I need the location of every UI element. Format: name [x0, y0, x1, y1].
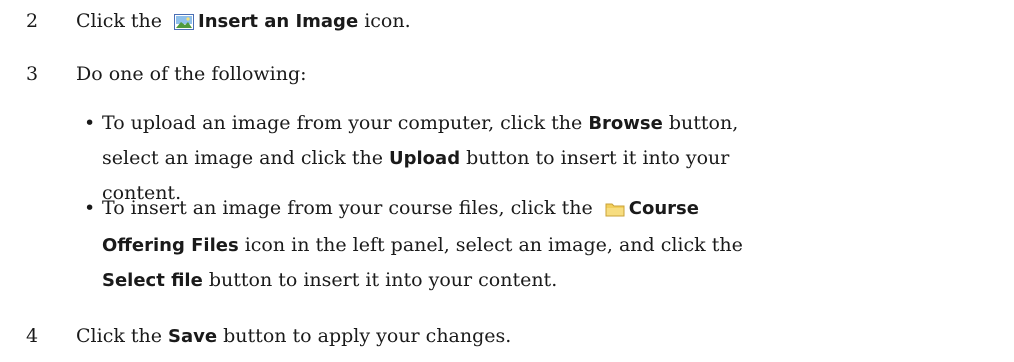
insert-image-label: Insert an Image	[198, 11, 359, 32]
bullet-text: To upload an image from your computer, c…	[102, 112, 589, 134]
step-number: 4	[26, 325, 39, 347]
image-icon	[174, 13, 195, 35]
step-number: 3	[26, 63, 39, 85]
bullet-text: button to insert it into your content.	[202, 269, 558, 291]
folder-icon	[605, 194, 625, 228]
bullet-text: To insert an image from your course file…	[102, 197, 599, 219]
step-text: Click the Insert an Image icon.	[76, 10, 411, 35]
step-text-pre: Click the	[76, 10, 169, 32]
step-number: 2	[26, 10, 39, 32]
step-text: Do one of the following:	[76, 63, 307, 85]
step-text: Click the Save button to apply your chan…	[76, 325, 511, 347]
bullet-dot: •	[84, 112, 96, 134]
step-text-pre: Click the	[76, 325, 169, 347]
save-button-label: Save	[168, 326, 218, 347]
browse-button-label: Browse	[588, 113, 663, 134]
upload-button-label: Upload	[389, 148, 461, 169]
bullet-dot: •	[84, 197, 96, 219]
step-text-post: icon.	[358, 10, 411, 32]
step-text-post: button to apply your changes.	[217, 325, 512, 347]
list-item: • To insert an image from your course fi…	[84, 191, 752, 298]
select-file-button-label: Select file	[102, 270, 203, 291]
bullet-text: icon in the left panel, select an image,…	[238, 234, 743, 256]
